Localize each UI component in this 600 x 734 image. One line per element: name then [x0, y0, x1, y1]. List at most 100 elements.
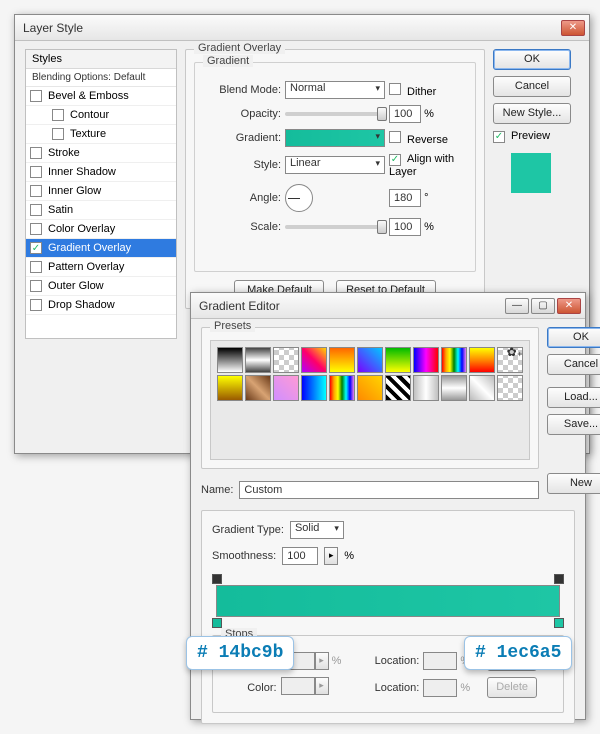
preset-swatch[interactable] — [469, 347, 495, 373]
preset-swatch[interactable] — [245, 375, 271, 401]
style-row-color-overlay[interactable]: Color Overlay — [26, 220, 176, 239]
preset-swatch[interactable] — [385, 375, 411, 401]
gradient-swatch-select[interactable] — [285, 129, 385, 147]
preview-checkbox[interactable]: ✓ — [493, 131, 505, 143]
angle-input[interactable] — [389, 189, 421, 207]
color-stop-left[interactable] — [212, 618, 222, 628]
preset-swatch[interactable] — [217, 347, 243, 373]
style-label: Pattern Overlay — [48, 261, 124, 273]
smoothness-label: Smoothness: — [212, 550, 276, 562]
stop-location-label-1: Location: — [362, 650, 419, 671]
align-checkbox[interactable]: ✓ — [389, 154, 401, 166]
name-input[interactable] — [239, 481, 539, 499]
style-checkbox[interactable] — [30, 147, 42, 159]
ok-button[interactable]: OK — [493, 49, 571, 70]
gradient-type-select[interactable]: Solid — [290, 521, 344, 539]
preset-swatch[interactable] — [413, 347, 439, 373]
style-checkbox[interactable] — [30, 280, 42, 292]
preset-swatch[interactable] — [329, 347, 355, 373]
preset-swatch[interactable] — [217, 375, 243, 401]
style-checkbox[interactable] — [30, 299, 42, 311]
style-row-outer-glow[interactable]: Outer Glow — [26, 277, 176, 296]
style-row-contour[interactable]: Contour — [26, 106, 176, 125]
style-row-inner-glow[interactable]: Inner Glow — [26, 182, 176, 201]
scale-slider[interactable] — [285, 225, 385, 229]
minimize-icon[interactable]: — — [505, 298, 529, 314]
style-row-drop-shadow[interactable]: Drop Shadow — [26, 296, 176, 315]
style-checkbox[interactable] — [30, 185, 42, 197]
gradient-bar[interactable] — [216, 585, 560, 617]
style-checkbox[interactable] — [30, 204, 42, 216]
style-checkbox[interactable] — [30, 261, 42, 273]
blendmode-label: Blend Mode: — [207, 81, 281, 99]
preset-swatch[interactable] — [357, 347, 383, 373]
dither-checkbox[interactable] — [389, 83, 401, 95]
style-label: Stroke — [48, 147, 80, 159]
preset-swatch[interactable] — [301, 347, 327, 373]
preset-swatch[interactable] — [413, 375, 439, 401]
style-label: Contour — [70, 109, 109, 121]
close-icon[interactable]: ✕ — [561, 20, 585, 36]
preset-swatch[interactable] — [357, 375, 383, 401]
style-select[interactable]: Linear — [285, 156, 385, 174]
preset-swatch[interactable] — [441, 375, 467, 401]
presets-grid-container: ✿₊ — [210, 340, 530, 460]
preset-swatch[interactable] — [441, 347, 467, 373]
style-row-bevel-emboss[interactable]: Bevel & Emboss — [26, 87, 176, 106]
opacity-slider[interactable] — [285, 112, 385, 116]
style-checkbox[interactable] — [52, 109, 64, 121]
style-row-pattern-overlay[interactable]: Pattern Overlay — [26, 258, 176, 277]
preset-swatch[interactable] — [385, 347, 411, 373]
gear-icon[interactable]: ✿₊ — [507, 345, 523, 359]
layer-style-titlebar[interactable]: Layer Style ✕ — [15, 15, 589, 41]
scale-input[interactable] — [389, 218, 421, 236]
maximize-icon[interactable]: ▢ — [531, 298, 555, 314]
preset-swatch[interactable] — [329, 375, 355, 401]
preset-swatch[interactable] — [469, 375, 495, 401]
ge-ok-button[interactable]: OK — [547, 327, 600, 348]
style-label: Inner Glow — [48, 185, 101, 197]
style-row-texture[interactable]: Texture — [26, 125, 176, 144]
dither-label: Dither — [407, 86, 436, 98]
preset-swatch[interactable] — [245, 347, 271, 373]
style-row-stroke[interactable]: Stroke — [26, 144, 176, 163]
stop-color-label: Color: — [225, 677, 277, 698]
blending-options-row[interactable]: Blending Options: Default — [26, 69, 176, 87]
close-icon[interactable]: ✕ — [557, 298, 581, 314]
style-row-satin[interactable]: Satin — [26, 201, 176, 220]
preview-label: Preview — [511, 130, 550, 142]
ge-cancel-button[interactable]: Cancel — [547, 354, 600, 375]
opacity-stop-right[interactable] — [554, 574, 564, 584]
preset-swatch[interactable] — [301, 375, 327, 401]
new-style-button[interactable]: New Style... — [493, 103, 571, 124]
opacity-stop-left[interactable] — [212, 574, 222, 584]
style-row-gradient-overlay[interactable]: ✓Gradient Overlay — [26, 239, 176, 258]
style-checkbox[interactable]: ✓ — [30, 242, 42, 254]
smoothness-input[interactable] — [282, 547, 318, 565]
ge-save-button[interactable]: Save... — [547, 414, 600, 435]
gradient-editor-titlebar[interactable]: Gradient Editor — ▢ ✕ — [191, 293, 585, 319]
ge-load-button[interactable]: Load... — [547, 387, 600, 408]
cancel-button[interactable]: Cancel — [493, 76, 571, 97]
preset-swatch[interactable] — [497, 375, 523, 401]
opacity-input[interactable] — [389, 105, 421, 123]
style-row-inner-shadow[interactable]: Inner Shadow — [26, 163, 176, 182]
blendmode-select[interactable]: Normal — [285, 81, 385, 99]
preset-swatch[interactable] — [273, 375, 299, 401]
style-label: Bevel & Emboss — [48, 90, 129, 102]
style-checkbox[interactable] — [30, 166, 42, 178]
styles-header[interactable]: Styles — [26, 50, 176, 69]
smoothness-stepper[interactable]: ▸ — [324, 547, 338, 565]
ge-new-button[interactable]: New — [547, 473, 600, 494]
style-checkbox[interactable] — [30, 90, 42, 102]
stop-location-label-2: Location: — [362, 677, 419, 698]
reverse-label: Reverse — [407, 134, 448, 146]
color-stop-right[interactable] — [554, 618, 564, 628]
preset-swatch[interactable] — [273, 347, 299, 373]
style-checkbox[interactable] — [52, 128, 64, 140]
style-label: Drop Shadow — [48, 299, 115, 311]
style-checkbox[interactable] — [30, 223, 42, 235]
reverse-checkbox[interactable] — [389, 131, 401, 143]
angle-dial[interactable] — [285, 184, 313, 212]
style-label: Inner Shadow — [48, 166, 116, 178]
